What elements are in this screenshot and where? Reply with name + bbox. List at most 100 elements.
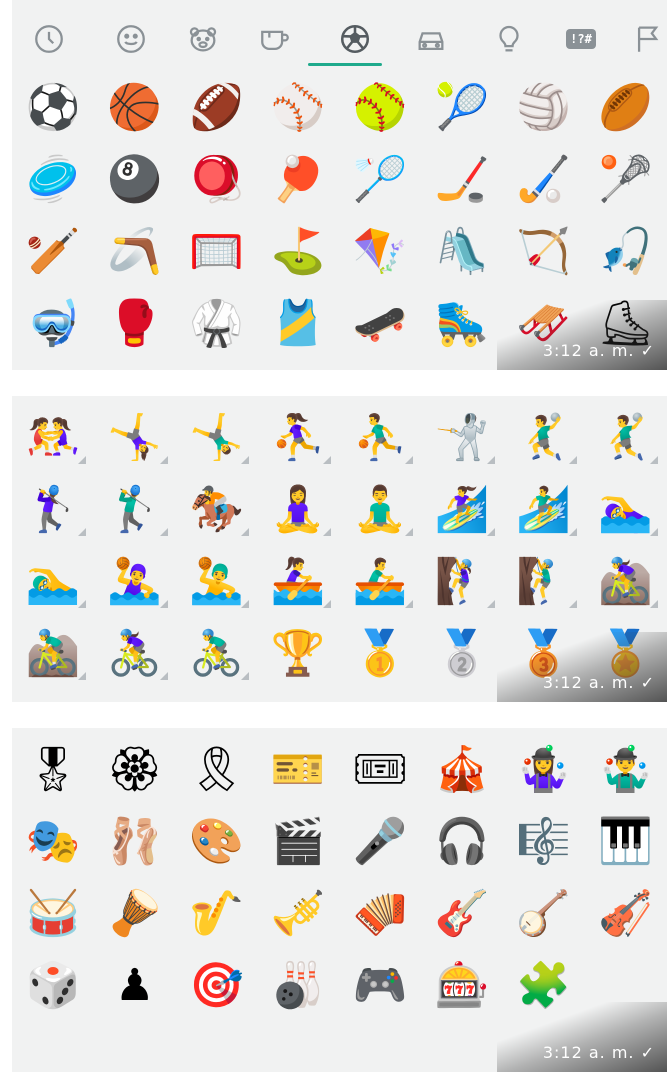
emoji-key[interactable]: 🛼 <box>421 288 503 360</box>
emoji-key[interactable]: 🏀 <box>94 72 176 144</box>
emoji-key[interactable]: 🏒 <box>421 144 503 216</box>
emoji-key[interactable]: 🪗 <box>339 878 421 950</box>
emoji-key[interactable]: 🎳 <box>257 950 339 1022</box>
emoji-key[interactable]: 🏄‍♀️ <box>421 474 503 546</box>
emoji-key[interactable]: 🎗 <box>176 734 258 806</box>
tab-recent[interactable] <box>26 16 72 62</box>
emoji-key[interactable]: 🤾‍♂️ <box>503 402 585 474</box>
emoji-key[interactable]: ⛹️‍♀️ <box>257 402 339 474</box>
tab-animals[interactable] <box>180 16 226 62</box>
emoji-key[interactable]: 🎪 <box>421 734 503 806</box>
emoji-key[interactable]: 🎲 <box>12 950 94 1022</box>
emoji-key[interactable]: ⚾ <box>257 72 339 144</box>
emoji-key[interactable]: 🏓 <box>257 144 339 216</box>
emoji-key[interactable]: 🥅 <box>176 216 258 288</box>
emoji-key[interactable]: 🎭 <box>12 806 94 878</box>
emoji-key[interactable]: 🧘‍♂️ <box>339 474 421 546</box>
emoji-key[interactable]: 🛹 <box>339 288 421 360</box>
emoji-key[interactable]: 🎯 <box>176 950 258 1022</box>
emoji-key[interactable]: ⛳ <box>257 216 339 288</box>
emoji-key[interactable]: 🤹‍♀️ <box>503 734 585 806</box>
emoji-key[interactable]: ♟ <box>94 950 176 1022</box>
emoji-key[interactable]: 🤽‍♀️ <box>94 546 176 618</box>
emoji-key[interactable]: ⛹️‍♂️ <box>339 402 421 474</box>
emoji-key[interactable]: 🥏 <box>12 144 94 216</box>
emoji-key[interactable]: 🛝 <box>421 216 503 288</box>
emoji-key[interactable]: 🏏 <box>12 216 94 288</box>
emoji-key[interactable]: 🏹 <box>503 216 585 288</box>
emoji-key[interactable]: 🎼 <box>503 806 585 878</box>
emoji-key[interactable]: 🪕 <box>503 878 585 950</box>
emoji-key[interactable]: 🤺 <box>421 402 503 474</box>
emoji-key[interactable]: 🪘 <box>94 878 176 950</box>
emoji-key[interactable]: 🪀 <box>176 144 258 216</box>
emoji-key[interactable]: ⚽ <box>12 72 94 144</box>
emoji-key[interactable]: 🎻 <box>585 878 667 950</box>
emoji-key[interactable]: 🚴‍♀️ <box>94 618 176 690</box>
emoji-key[interactable]: 🤸‍♀️ <box>94 402 176 474</box>
emoji-key[interactable]: 🎫 <box>257 734 339 806</box>
emoji-glyph: 🚵‍♀️ <box>598 556 653 607</box>
emoji-key[interactable]: 🎤 <box>339 806 421 878</box>
emoji-key[interactable]: 🏊‍♂️ <box>12 546 94 618</box>
emoji-key[interactable]: 🪃 <box>94 216 176 288</box>
emoji-key[interactable]: 🧗‍♀️ <box>421 546 503 618</box>
emoji-key[interactable]: 🧗‍♂️ <box>503 546 585 618</box>
emoji-key[interactable]: 🏐 <box>503 72 585 144</box>
tab-activity[interactable] <box>332 16 378 62</box>
emoji-key[interactable]: 🎨 <box>176 806 258 878</box>
emoji-key[interactable]: 🎣 <box>585 216 667 288</box>
emoji-key[interactable]: 🏄‍♂️ <box>503 474 585 546</box>
emoji-key[interactable]: 🏈 <box>176 72 258 144</box>
emoji-key[interactable]: 🚣‍♀️ <box>257 546 339 618</box>
emoji-key[interactable]: 🎷 <box>176 878 258 950</box>
emoji-key[interactable]: 🥍 <box>585 144 667 216</box>
emoji-key[interactable]: 🎾 <box>421 72 503 144</box>
emoji-key[interactable]: 🤿 <box>12 288 94 360</box>
emoji-key[interactable]: 🏑 <box>503 144 585 216</box>
tab-food[interactable] <box>252 16 298 62</box>
emoji-key[interactable]: 🏸 <box>339 144 421 216</box>
emoji-key[interactable]: 🥇 <box>339 618 421 690</box>
emoji-key[interactable]: 🧘‍♀️ <box>257 474 339 546</box>
emoji-key[interactable]: 🚴‍♂️ <box>176 618 258 690</box>
emoji-key[interactable]: 🚵‍♀️ <box>585 546 667 618</box>
emoji-key[interactable]: 🪁 <box>339 216 421 288</box>
tab-smileys[interactable] <box>108 16 154 62</box>
emoji-key[interactable]: 🚣‍♂️ <box>339 546 421 618</box>
emoji-key[interactable]: 🎽 <box>257 288 339 360</box>
emoji-key[interactable]: 🤸‍♂️ <box>176 402 258 474</box>
emoji-key[interactable]: 🎰 <box>421 950 503 1022</box>
emoji-key[interactable]: 🥊 <box>94 288 176 360</box>
emoji-key[interactable]: 🥈 <box>421 618 503 690</box>
tab-travel[interactable] <box>408 16 454 62</box>
emoji-key[interactable]: 🎺 <box>257 878 339 950</box>
emoji-key[interactable]: 🎖 <box>12 734 94 806</box>
emoji-key[interactable]: 🚵‍♂️ <box>12 618 94 690</box>
emoji-key[interactable]: 🎬 <box>257 806 339 878</box>
emoji-key[interactable]: 🩰 <box>94 806 176 878</box>
emoji-key[interactable]: 🤾‍♂️ <box>585 402 667 474</box>
emoji-key[interactable]: 🎟 <box>339 734 421 806</box>
emoji-key[interactable]: 🎹 <box>585 806 667 878</box>
emoji-key[interactable]: 🤹‍♂️ <box>585 734 667 806</box>
emoji-key[interactable]: 🤼‍♀️ <box>12 402 94 474</box>
emoji-key[interactable]: 🎱 <box>94 144 176 216</box>
emoji-key[interactable]: 🏌️‍♂️ <box>94 474 176 546</box>
emoji-key[interactable]: 🏌️‍♀️ <box>12 474 94 546</box>
tab-symbols[interactable]: !?# <box>558 16 604 62</box>
tab-flags[interactable] <box>626 16 667 62</box>
emoji-key[interactable]: 🥎 <box>339 72 421 144</box>
emoji-key[interactable]: 🏵 <box>94 734 176 806</box>
emoji-key[interactable]: 🥋 <box>176 288 258 360</box>
emoji-key[interactable]: 🏆 <box>257 618 339 690</box>
emoji-key[interactable]: 🏊‍♀️ <box>585 474 667 546</box>
tab-objects[interactable] <box>486 16 532 62</box>
emoji-key[interactable]: 🏇 <box>176 474 258 546</box>
emoji-key[interactable]: 🎮 <box>339 950 421 1022</box>
emoji-key[interactable]: 🎧 <box>421 806 503 878</box>
emoji-key[interactable]: 🏉 <box>585 72 667 144</box>
emoji-key[interactable]: 🎸 <box>421 878 503 950</box>
emoji-key[interactable]: 🥁 <box>12 878 94 950</box>
emoji-key[interactable]: 🤽‍♂️ <box>176 546 258 618</box>
